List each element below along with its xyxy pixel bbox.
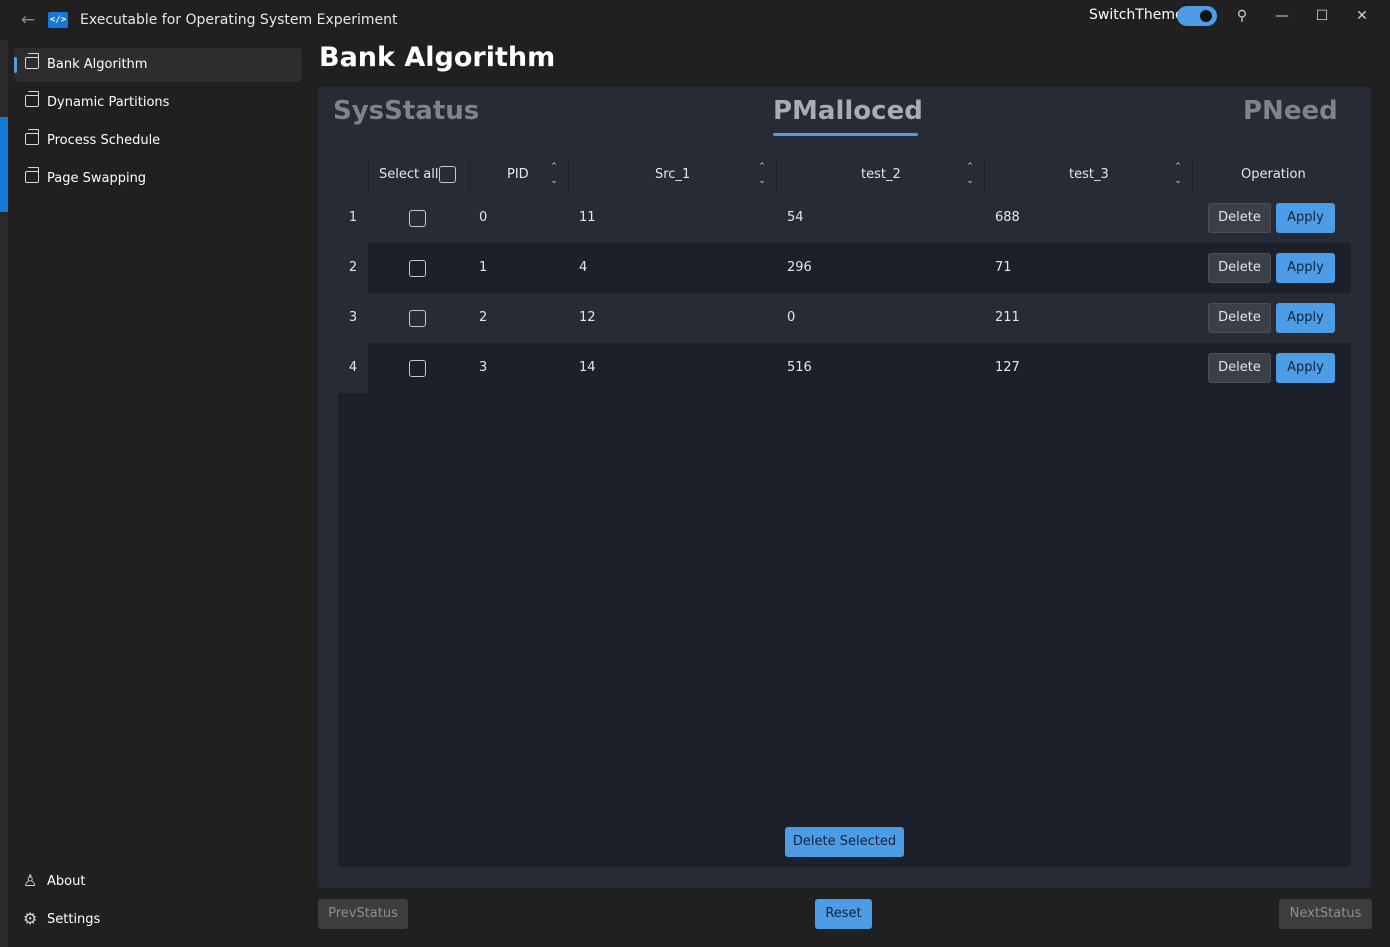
next-status-button[interactable]: NextStatus [1279, 899, 1372, 929]
row-checkbox[interactable] [409, 360, 426, 377]
window-stack-icon [25, 167, 39, 183]
row-number-header [338, 157, 368, 193]
delete-button[interactable]: Delete [1208, 203, 1271, 233]
person-icon: ♙ [23, 871, 38, 890]
row-checkbox[interactable] [409, 260, 426, 277]
window-stack-icon [25, 91, 39, 107]
cell-src-1: 12 [579, 310, 596, 325]
close-icon[interactable]: ✕ [1347, 4, 1377, 28]
row-number: 4 [338, 343, 368, 393]
cell-test-2: 0 [787, 310, 796, 325]
column-header-pid[interactable]: PID ⌃ ⌄ [468, 157, 568, 193]
sort-icon[interactable]: ⌃ ⌄ [756, 161, 768, 189]
apply-button[interactable]: Apply [1276, 203, 1335, 233]
column-header-test-2[interactable]: test_2 ⌃ ⌄ [776, 157, 984, 193]
sidebar-item-label: About [47, 874, 86, 889]
app-code-icon: </> [48, 12, 68, 28]
cell-test-3: 211 [995, 310, 1020, 325]
column-header-operation: Operation [1192, 157, 1351, 193]
row-checkbox[interactable] [409, 310, 426, 327]
table-row: 3 2 12 0 211 Delete Apply [338, 293, 1351, 343]
column-label: Src_1 [655, 167, 691, 182]
sidebar-item-settings[interactable]: ⚙ Settings [14, 903, 302, 937]
sidebar-item-about[interactable]: ♙ About [14, 865, 302, 899]
sort-icon[interactable]: ⌃ ⌄ [1172, 161, 1184, 189]
cell-pid: 3 [479, 360, 488, 375]
gear-icon: ⚙ [23, 909, 38, 928]
apply-button[interactable]: Apply [1276, 253, 1335, 283]
minimize-icon[interactable]: — [1267, 4, 1297, 28]
delete-button[interactable]: Delete [1208, 303, 1271, 333]
column-header-test-3[interactable]: test_3 ⌃ ⌄ [984, 157, 1192, 193]
cell-test-2: 296 [787, 260, 812, 275]
delete-button[interactable]: Delete [1208, 353, 1271, 383]
edge-accent [0, 117, 8, 212]
sidebar: Bank Algorithm Dynamic Partitions Proces… [8, 40, 310, 947]
cell-pid: 2 [479, 310, 488, 325]
cell-pid: 1 [479, 260, 488, 275]
title-bar: ← </> Executable for Operating System Ex… [0, 0, 1390, 40]
column-label: PID [507, 167, 529, 182]
row-checkbox[interactable] [409, 210, 426, 227]
select-all-header: Select all [368, 157, 468, 193]
data-table: Select all PID ⌃ ⌄ Src_1 ⌃ ⌄ test_2 ⌃ ⌄ tes… [338, 157, 1351, 867]
column-header-src-1[interactable]: Src_1 ⌃ ⌄ [568, 157, 776, 193]
tab-sysstatus[interactable]: SysStatus [333, 96, 479, 126]
row-number: 3 [338, 293, 368, 343]
maximize-icon[interactable]: ☐ [1307, 4, 1337, 28]
column-label: Operation [1241, 167, 1306, 182]
select-all-checkbox[interactable] [439, 166, 456, 183]
sidebar-item-label: Settings [47, 912, 101, 927]
apply-button[interactable]: Apply [1276, 303, 1335, 333]
sidebar-item-label: Process Schedule [47, 133, 161, 148]
window-title: Executable for Operating System Experime… [80, 12, 398, 28]
content-panel: SysStatus PMalloced PNeed Select all PID… [318, 87, 1371, 888]
cell-test-2: 54 [787, 210, 804, 225]
column-label: test_3 [1069, 167, 1109, 182]
cell-test-3: 688 [995, 210, 1020, 225]
window-stack-icon [25, 129, 39, 145]
window-stack-icon [25, 53, 39, 69]
row-number: 1 [338, 193, 368, 243]
sort-icon[interactable]: ⌃ ⌄ [964, 161, 976, 189]
table-row: 4 3 14 516 127 Delete Apply [338, 343, 1351, 393]
sidebar-item-dynamic-partitions[interactable]: Dynamic Partitions [14, 86, 302, 120]
window-edge [0, 40, 8, 947]
cell-src-1: 11 [579, 210, 596, 225]
sidebar-item-process-schedule[interactable]: Process Schedule [14, 124, 302, 158]
reset-button[interactable]: Reset [815, 899, 872, 929]
select-all-label: Select all [379, 167, 439, 182]
apply-button[interactable]: Apply [1276, 353, 1335, 383]
column-label: test_2 [861, 167, 901, 182]
prev-status-button[interactable]: PrevStatus [318, 899, 408, 929]
cell-pid: 0 [479, 210, 488, 225]
cell-src-1: 4 [579, 260, 588, 275]
sidebar-item-bank-algorithm[interactable]: Bank Algorithm [14, 48, 302, 82]
cell-test-3: 127 [995, 360, 1020, 375]
switch-theme-label: SwitchTheme [1089, 7, 1184, 23]
pin-icon[interactable]: ⚲ [1227, 4, 1257, 28]
table-row: 2 1 4 296 71 Delete Apply [338, 243, 1351, 293]
switch-theme-toggle[interactable] [1177, 6, 1217, 26]
cell-test-3: 71 [995, 260, 1012, 275]
table-row: 1 0 11 54 688 Delete Apply [338, 193, 1351, 243]
sidebar-item-label: Dynamic Partitions [47, 95, 170, 110]
table-header: Select all PID ⌃ ⌄ Src_1 ⌃ ⌄ test_2 ⌃ ⌄ tes… [338, 157, 1351, 193]
cell-src-1: 14 [579, 360, 596, 375]
sidebar-item-page-swapping[interactable]: Page Swapping [14, 162, 302, 196]
tab-pmalloced[interactable]: PMalloced [773, 96, 923, 126]
active-indicator [14, 57, 17, 73]
active-tab-underline [773, 133, 918, 136]
sidebar-item-label: Bank Algorithm [47, 57, 148, 72]
back-arrow-icon[interactable]: ← [17, 9, 39, 31]
tab-pneed[interactable]: PNeed [1243, 96, 1338, 126]
cell-test-2: 516 [787, 360, 812, 375]
row-number: 2 [338, 243, 368, 293]
delete-selected-button[interactable]: Delete Selected [785, 827, 904, 857]
page-title: Bank Algorithm [319, 42, 556, 73]
sidebar-item-label: Page Swapping [47, 171, 147, 186]
sort-icon[interactable]: ⌃ ⌄ [548, 161, 560, 189]
toggle-knob [1200, 10, 1212, 22]
delete-button[interactable]: Delete [1208, 253, 1271, 283]
